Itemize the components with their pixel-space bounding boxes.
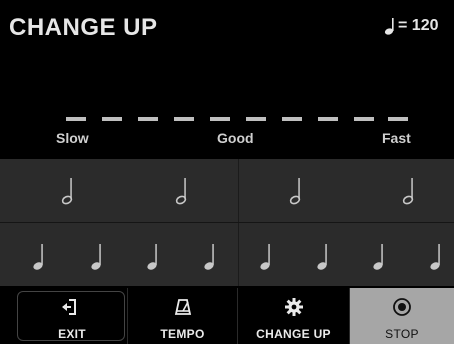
meter-label-fast: Fast xyxy=(382,130,411,146)
meter-segment xyxy=(246,117,266,121)
meter-segment xyxy=(138,117,158,121)
quarter-note-icon xyxy=(384,18,394,35)
stop-label: STOP xyxy=(385,327,419,341)
meter-segment xyxy=(102,117,122,121)
row-divider xyxy=(238,159,239,222)
half-note-icon xyxy=(61,178,73,205)
exit-label: EXIT xyxy=(58,327,86,341)
quarter-note-icon xyxy=(430,244,440,270)
change-up-label: CHANGE UP xyxy=(256,327,331,341)
meter-segment xyxy=(318,117,338,121)
page-title: CHANGE UP xyxy=(9,14,158,41)
quarter-note-icon xyxy=(373,244,383,270)
quarter-note-icon xyxy=(260,244,270,270)
exit-button[interactable]: EXIT xyxy=(0,288,128,344)
meter-segment xyxy=(354,117,374,121)
exit-icon xyxy=(62,299,76,315)
tempo-label: TEMPO xyxy=(160,327,205,341)
tempo-readout[interactable]: = 120 xyxy=(384,17,438,35)
meter-label-good: Good xyxy=(217,130,254,146)
meter-segment xyxy=(66,117,86,121)
note-row-half-notes xyxy=(0,159,454,222)
gear-icon xyxy=(284,298,303,316)
meter-segment xyxy=(174,117,194,121)
meter-label-slow: Slow xyxy=(56,130,89,146)
meter-segment xyxy=(210,117,230,121)
quarter-note-icon xyxy=(91,244,101,270)
half-note-icon xyxy=(175,178,187,205)
metronome-icon xyxy=(174,299,191,315)
half-note-icon xyxy=(402,178,414,205)
tempo-value: = 120 xyxy=(398,17,439,35)
quarter-note-icon xyxy=(33,244,43,270)
stop-icon xyxy=(393,298,411,316)
half-note-icon xyxy=(289,178,301,205)
change-up-screen: CHANGE UP = 120 Slow Good Fast EXIT TEMP… xyxy=(0,0,454,344)
quarter-note-icon xyxy=(204,244,214,270)
quarter-note-icon xyxy=(147,244,157,270)
row-divider xyxy=(238,223,239,286)
tempo-button[interactable]: TEMPO xyxy=(128,288,238,344)
change-up-button[interactable]: CHANGE UP xyxy=(238,288,350,344)
quarter-note-icon xyxy=(317,244,327,270)
note-row-quarter-notes xyxy=(0,223,454,286)
bottom-toolbar: EXIT TEMPO CHANGE UP STOP xyxy=(0,288,454,344)
meter-segment xyxy=(282,117,302,121)
stop-button[interactable]: STOP xyxy=(350,288,454,344)
meter-segment xyxy=(388,117,408,121)
timing-meter xyxy=(66,117,411,123)
